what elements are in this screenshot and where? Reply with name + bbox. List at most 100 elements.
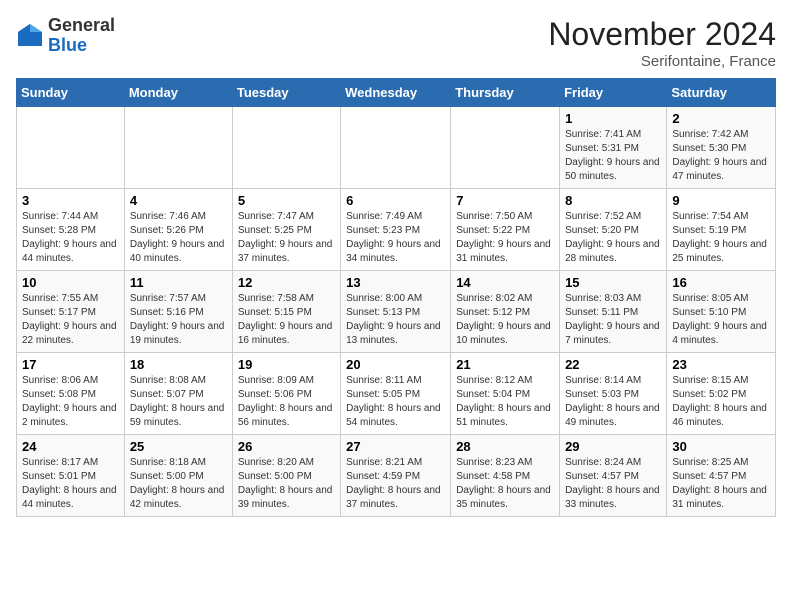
day-info: Sunrise: 8:24 AM Sunset: 4:57 PM Dayligh…: [565, 456, 661, 512]
weekday-header: Monday: [124, 79, 232, 107]
day-number: 9: [672, 193, 770, 208]
weekday-header: Thursday: [451, 79, 560, 107]
calendar-cell: 22 Sunrise: 8:14 AM Sunset: 5:03 PM Dayli…: [560, 353, 667, 435]
calendar-cell: [17, 107, 125, 189]
calendar-cell: 25 Sunrise: 8:18 AM Sunset: 5:00 PM Dayli…: [124, 435, 232, 517]
calendar-cell: [124, 107, 232, 189]
weekday-header: Tuesday: [232, 79, 340, 107]
calendar-cell: 29Sunrise: 8:24 AM Sunset: 4:57 PM Dayli…: [560, 435, 667, 517]
day-number: 15: [565, 275, 661, 290]
day-info: Sunrise: 8:14 AM Sunset: 5:03 PM Dayligh…: [565, 374, 661, 430]
calendar-cell: 3 Sunrise: 7:44 AM Sunset: 5:28 PM Daylig…: [17, 189, 125, 271]
day-info: Sunrise: 8:11 AM Sunset: 5:05 PM Dayligh…: [346, 374, 445, 430]
day-info: Sunrise: 7:50 AM Sunset: 5:22 PM Dayligh…: [456, 210, 554, 266]
calendar-cell: 7 Sunrise: 7:50 AM Sunset: 5:22 PM Daylig…: [451, 189, 560, 271]
calendar-cell: 1 Sunrise: 7:41 AM Sunset: 5:31 PM Daylig…: [560, 107, 667, 189]
day-info: Sunrise: 7:55 AM Sunset: 5:17 PM Dayligh…: [22, 292, 119, 348]
logo-general: General: [48, 16, 115, 36]
day-number: 14: [456, 275, 554, 290]
day-number: 24: [22, 439, 119, 454]
day-info: Sunrise: 8:00 AM Sunset: 5:13 PM Dayligh…: [346, 292, 445, 348]
day-number: 20: [346, 357, 445, 372]
calendar-cell: 23 Sunrise: 8:15 AM Sunset: 5:02 PM Dayli…: [667, 353, 776, 435]
day-number: 19: [238, 357, 335, 372]
title-block: November 2024 Serifontaine, France: [548, 16, 776, 70]
calendar-cell: 27Sunrise: 8:21 AM Sunset: 4:59 PM Dayli…: [341, 435, 451, 517]
day-info: Sunrise: 8:03 AM Sunset: 5:11 PM Dayligh…: [565, 292, 661, 348]
day-number: 28: [456, 439, 554, 454]
calendar-cell: 13Sunrise: 8:00 AM Sunset: 5:13 PM Dayli…: [341, 271, 451, 353]
day-info: Sunrise: 8:23 AM Sunset: 4:58 PM Dayligh…: [456, 456, 554, 512]
calendar-cell: 15 Sunrise: 8:03 AM Sunset: 5:11 PM Dayli…: [560, 271, 667, 353]
day-number: 22: [565, 357, 661, 372]
weekday-header: Saturday: [667, 79, 776, 107]
calendar-cell: [341, 107, 451, 189]
page-header: General Blue November 2024 Serifontaine,…: [16, 16, 776, 70]
day-info: Sunrise: 7:42 AM Sunset: 5:30 PM Dayligh…: [672, 128, 770, 184]
calendar-cell: 9Sunrise: 7:54 AM Sunset: 5:19 PM Daylig…: [667, 189, 776, 271]
calendar-cell: [451, 107, 560, 189]
day-number: 27: [346, 439, 445, 454]
day-info: Sunrise: 8:08 AM Sunset: 5:07 PM Dayligh…: [130, 374, 227, 430]
calendar-cell: 18Sunrise: 8:08 AM Sunset: 5:07 PM Dayli…: [124, 353, 232, 435]
day-number: 12: [238, 275, 335, 290]
day-info: Sunrise: 7:47 AM Sunset: 5:25 PM Dayligh…: [238, 210, 335, 266]
calendar-cell: [232, 107, 340, 189]
day-number: 30: [672, 439, 770, 454]
day-number: 1: [565, 111, 661, 126]
calendar-cell: 12 Sunrise: 7:58 AM Sunset: 5:15 PM Dayli…: [232, 271, 340, 353]
calendar-cell: 14 Sunrise: 8:02 AM Sunset: 5:12 PM Dayli…: [451, 271, 560, 353]
calendar-cell: 21Sunrise: 8:12 AM Sunset: 5:04 PM Dayli…: [451, 353, 560, 435]
day-info: Sunrise: 8:06 AM Sunset: 5:08 PM Dayligh…: [22, 374, 119, 430]
day-number: 23: [672, 357, 770, 372]
calendar-body: 1 Sunrise: 7:41 AM Sunset: 5:31 PM Daylig…: [17, 107, 776, 517]
logo-blue: Blue: [48, 36, 115, 56]
day-number: 26: [238, 439, 335, 454]
calendar-week-row: 17 Sunrise: 8:06 AM Sunset: 5:08 PM Dayli…: [17, 353, 776, 435]
logo-icon: [16, 22, 44, 50]
day-number: 17: [22, 357, 119, 372]
day-info: Sunrise: 8:09 AM Sunset: 5:06 PM Dayligh…: [238, 374, 335, 430]
day-info: Sunrise: 8:25 AM Sunset: 4:57 PM Dayligh…: [672, 456, 770, 512]
day-number: 8: [565, 193, 661, 208]
day-info: Sunrise: 7:41 AM Sunset: 5:31 PM Dayligh…: [565, 128, 661, 184]
weekday-header: Wednesday: [341, 79, 451, 107]
day-number: 3: [22, 193, 119, 208]
calendar-cell: 6Sunrise: 7:49 AM Sunset: 5:23 PM Daylig…: [341, 189, 451, 271]
day-info: Sunrise: 7:49 AM Sunset: 5:23 PM Dayligh…: [346, 210, 445, 266]
logo: General Blue: [16, 16, 115, 56]
logo-text: General Blue: [48, 16, 115, 56]
calendar-cell: 26 Sunrise: 8:20 AM Sunset: 5:00 PM Dayli…: [232, 435, 340, 517]
day-number: 7: [456, 193, 554, 208]
location: Serifontaine, France: [548, 53, 776, 70]
calendar-week-row: 10 Sunrise: 7:55 AM Sunset: 5:17 PM Dayli…: [17, 271, 776, 353]
day-info: Sunrise: 8:17 AM Sunset: 5:01 PM Dayligh…: [22, 456, 119, 512]
month-title: November 2024: [548, 16, 776, 53]
day-info: Sunrise: 7:58 AM Sunset: 5:15 PM Dayligh…: [238, 292, 335, 348]
day-info: Sunrise: 8:18 AM Sunset: 5:00 PM Dayligh…: [130, 456, 227, 512]
day-info: Sunrise: 8:12 AM Sunset: 5:04 PM Dayligh…: [456, 374, 554, 430]
day-number: 4: [130, 193, 227, 208]
calendar-cell: 11Sunrise: 7:57 AM Sunset: 5:16 PM Dayli…: [124, 271, 232, 353]
day-info: Sunrise: 7:57 AM Sunset: 5:16 PM Dayligh…: [130, 292, 227, 348]
calendar-cell: 19 Sunrise: 8:09 AM Sunset: 5:06 PM Dayli…: [232, 353, 340, 435]
day-info: Sunrise: 8:05 AM Sunset: 5:10 PM Dayligh…: [672, 292, 770, 348]
day-number: 25: [130, 439, 227, 454]
day-info: Sunrise: 7:44 AM Sunset: 5:28 PM Dayligh…: [22, 210, 119, 266]
calendar-cell: 16Sunrise: 8:05 AM Sunset: 5:10 PM Dayli…: [667, 271, 776, 353]
day-number: 5: [238, 193, 335, 208]
day-info: Sunrise: 7:52 AM Sunset: 5:20 PM Dayligh…: [565, 210, 661, 266]
calendar-table: SundayMondayTuesdayWednesdayThursdayFrid…: [16, 78, 776, 517]
weekday-header: Friday: [560, 79, 667, 107]
calendar-header: SundayMondayTuesdayWednesdayThursdayFrid…: [17, 79, 776, 107]
calendar-cell: 4Sunrise: 7:46 AM Sunset: 5:26 PM Daylig…: [124, 189, 232, 271]
weekday-header: Sunday: [17, 79, 125, 107]
calendar-week-row: 3 Sunrise: 7:44 AM Sunset: 5:28 PM Daylig…: [17, 189, 776, 271]
day-info: Sunrise: 8:02 AM Sunset: 5:12 PM Dayligh…: [456, 292, 554, 348]
day-info: Sunrise: 8:20 AM Sunset: 5:00 PM Dayligh…: [238, 456, 335, 512]
day-number: 10: [22, 275, 119, 290]
day-info: Sunrise: 8:15 AM Sunset: 5:02 PM Dayligh…: [672, 374, 770, 430]
calendar-cell: 17 Sunrise: 8:06 AM Sunset: 5:08 PM Dayli…: [17, 353, 125, 435]
calendar-cell: 20 Sunrise: 8:11 AM Sunset: 5:05 PM Dayli…: [341, 353, 451, 435]
calendar-cell: 28 Sunrise: 8:23 AM Sunset: 4:58 PM Dayli…: [451, 435, 560, 517]
